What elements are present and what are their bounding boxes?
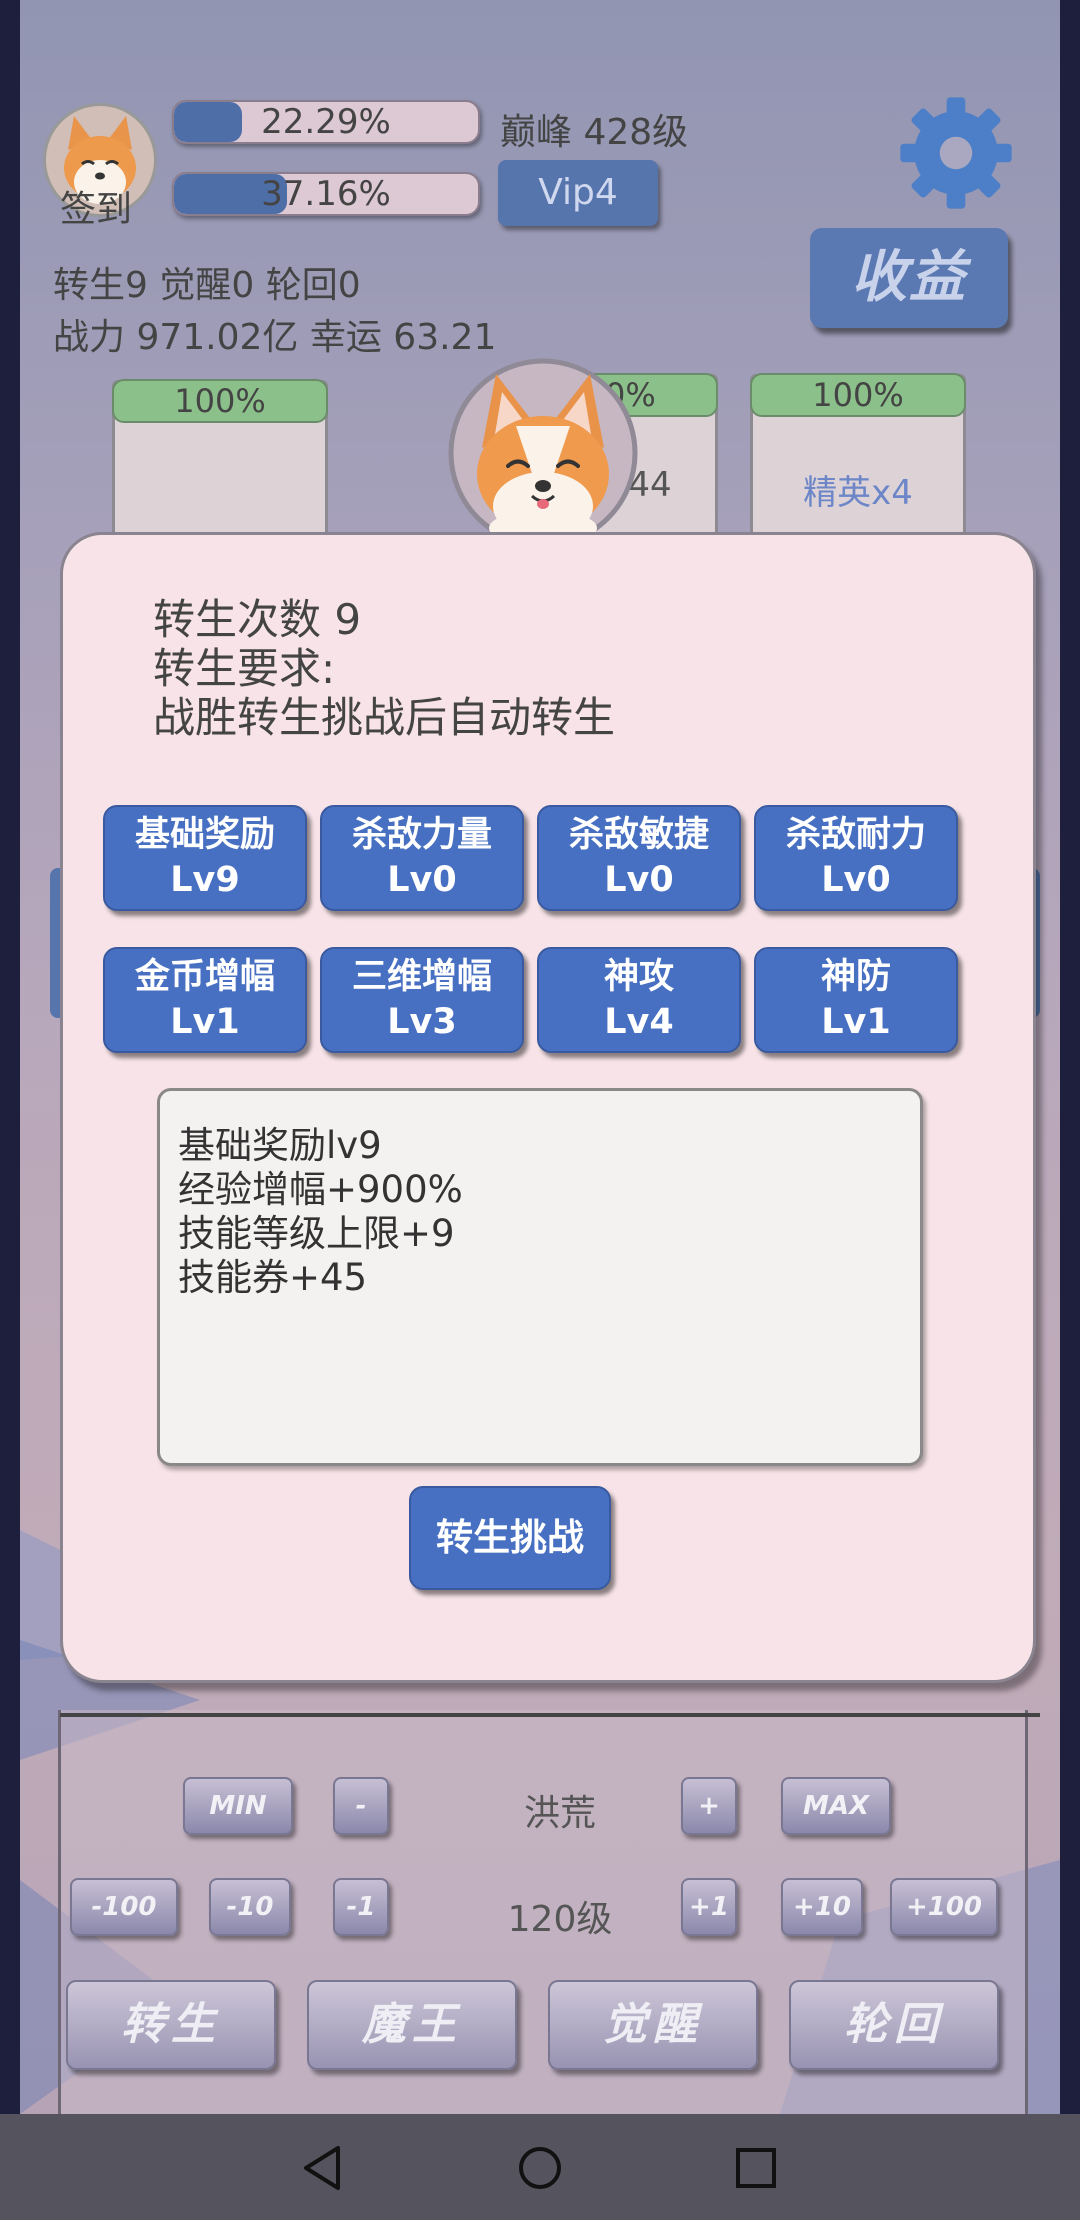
skill-level: Lv0 — [604, 860, 674, 900]
max-button[interactable]: MAX — [781, 1777, 891, 1835]
skill-divine-defense-button[interactable]: 神防 Lv1 — [754, 947, 958, 1053]
power-luck-stats: 战力 971.02亿 幸运 63.21 — [53, 317, 497, 358]
enemy-card-3[interactable]: 100% 精英x4 — [750, 373, 966, 540]
minus-button[interactable]: - — [333, 1777, 389, 1835]
power-progress-bar: 37.16% — [172, 172, 480, 216]
plus1-button[interactable]: +1 — [681, 1878, 737, 1936]
rebirth-modal: 转生次数 9 转生要求: 战胜转生挑战后自动转生 基础奖励 Lv9 杀敌力量 L… — [60, 532, 1036, 1683]
rebirth-challenge-button[interactable]: 转生挑战 — [409, 1486, 611, 1590]
skill-level: Lv9 — [170, 860, 240, 900]
skill-level: Lv1 — [170, 1002, 240, 1042]
description-line: 技能券+45 — [178, 1256, 368, 1299]
skill-description-box: 基础奖励lv9 经验增幅+900% 技能等级上限+9 技能券+45 — [157, 1088, 923, 1466]
skill-name: 金币增幅 — [134, 957, 275, 997]
gear-icon[interactable] — [898, 95, 1014, 211]
skill-level: Lv3 — [387, 1002, 457, 1042]
skill-level: Lv0 — [821, 860, 891, 900]
skill-level: Lv1 — [821, 1002, 891, 1042]
enemy-hp-bar: 100% — [112, 379, 328, 423]
skill-name: 基础奖励 — [134, 815, 275, 855]
game-screen: 签到 22.29% 37.16% 巅峰 428级 Vip4 收益 转生9 觉醒0… — [20, 0, 1060, 2114]
recents-icon[interactable] — [732, 2144, 780, 2192]
skill-kill-strength-button[interactable]: 杀敌力量 Lv0 — [320, 805, 524, 911]
tab-awaken[interactable]: 觉醒 — [548, 1980, 758, 2070]
minus1-button[interactable]: -1 — [333, 1878, 389, 1936]
skill-level: Lv0 — [387, 860, 457, 900]
vip-button[interactable]: Vip4 — [498, 160, 658, 226]
skill-stats-boost-button[interactable]: 三维增幅 Lv3 — [320, 947, 524, 1053]
tab-demon-king[interactable]: 魔王 — [307, 1980, 517, 2070]
peak-level: 巅峰 428级 — [500, 112, 689, 153]
min-button[interactable]: MIN — [183, 1777, 293, 1835]
rebirth-info: 转生次数 9 转生要求: 战胜转生挑战后自动转生 — [153, 595, 615, 742]
tab-reincarnation[interactable]: 轮回 — [789, 1980, 999, 2070]
skill-name: 神攻 — [603, 957, 674, 997]
tab-rebirth[interactable]: 转生 — [66, 1980, 276, 2070]
skill-level: Lv4 — [604, 1002, 674, 1042]
skill-name: 三维增幅 — [351, 957, 492, 997]
exp-progress-label: 22.29% — [261, 102, 391, 142]
skill-name: 神防 — [820, 957, 891, 997]
skill-name: 杀敌力量 — [351, 815, 492, 855]
corgi-mascot-icon — [448, 358, 638, 548]
area-name: 洪荒 — [523, 1793, 596, 1834]
level-label: 120级 — [507, 1899, 613, 1940]
exp-progress-bar: 22.29% — [172, 100, 480, 144]
skill-kill-agility-button[interactable]: 杀敌敏捷 Lv0 — [537, 805, 741, 911]
enemy-hp-bar: 100% — [750, 373, 966, 417]
plus100-button[interactable]: +100 — [890, 1878, 998, 1936]
home-icon[interactable] — [516, 2144, 564, 2192]
plus-button[interactable]: + — [681, 1777, 737, 1835]
skill-name: 杀敌耐力 — [785, 815, 926, 855]
skill-basic-reward-button[interactable]: 基础奖励 Lv9 — [103, 805, 307, 911]
enemy-name: 精英x4 — [803, 473, 913, 513]
panel-divider — [60, 1713, 1040, 1717]
rebirth-requirement-label: 转生要求: — [153, 644, 336, 693]
rebirth-stats: 转生9 觉醒0 轮回0 — [53, 265, 361, 306]
skill-name: 杀敌敏捷 — [568, 815, 709, 855]
plus10-button[interactable]: +10 — [781, 1878, 863, 1936]
back-icon[interactable] — [300, 2144, 348, 2192]
rebirth-count: 转生次数 9 — [153, 595, 362, 644]
minus10-button[interactable]: -10 — [209, 1878, 291, 1936]
enemy-card-1[interactable]: 100% — [112, 379, 328, 546]
income-button[interactable]: 收益 — [810, 228, 1008, 328]
power-progress-label: 37.16% — [261, 174, 391, 214]
skill-divine-attack-button[interactable]: 神攻 Lv4 — [537, 947, 741, 1053]
skill-gold-boost-button[interactable]: 金币增幅 Lv1 — [103, 947, 307, 1053]
rebirth-requirement-text: 战胜转生挑战后自动转生 — [153, 693, 616, 742]
minus100-button[interactable]: -100 — [70, 1878, 178, 1936]
skill-kill-stamina-button[interactable]: 杀敌耐力 Lv0 — [754, 805, 958, 911]
checkin-label[interactable]: 签到 — [60, 180, 132, 232]
